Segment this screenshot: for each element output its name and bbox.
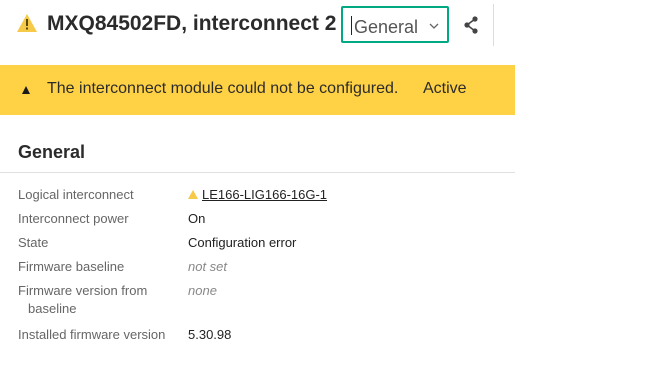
- banner-message: The interconnect module could not be con…: [47, 80, 399, 97]
- share-icon[interactable]: [463, 16, 479, 34]
- property-value: none: [188, 283, 217, 298]
- property-value: On: [188, 211, 206, 226]
- property-label: Logical interconnect: [18, 187, 134, 202]
- logical-interconnect-link[interactable]: LE166-LIG166-16G-1: [202, 187, 327, 202]
- triangle-icon: [22, 86, 30, 94]
- property-label: Installed firmware version: [18, 327, 166, 342]
- section-title: General: [18, 142, 86, 162]
- property-label: Interconnect power: [18, 211, 129, 226]
- banner-state: Active: [423, 80, 467, 97]
- property-value: Configuration error: [188, 235, 297, 250]
- view-select-value: General: [354, 17, 419, 37]
- page-header: MXQ84502FD, interconnect 2 General: [0, 0, 515, 52]
- property-label: State: [18, 235, 49, 250]
- header-divider: [493, 4, 494, 46]
- chevron-down-icon: [429, 23, 439, 29]
- page-title: MXQ84502FD, interconnect 2: [47, 12, 337, 35]
- property-value: LE166-LIG166-16G-1: [188, 186, 327, 204]
- text-caret: [351, 16, 352, 35]
- property-label-line: baseline: [28, 301, 77, 316]
- warning-icon: [188, 190, 198, 199]
- property-value: 5.30.98: [188, 327, 232, 342]
- warning-icon: [17, 14, 37, 32]
- property-label: Firmware version from baseline: [18, 282, 178, 318]
- property-value: not set: [188, 259, 228, 274]
- status-banner: The interconnect module could not be con…: [0, 65, 515, 115]
- section-divider: [0, 172, 515, 173]
- property-label-line: Firmware version from: [18, 283, 148, 298]
- view-select[interactable]: General: [341, 6, 449, 43]
- property-label: Firmware baseline: [18, 259, 125, 274]
